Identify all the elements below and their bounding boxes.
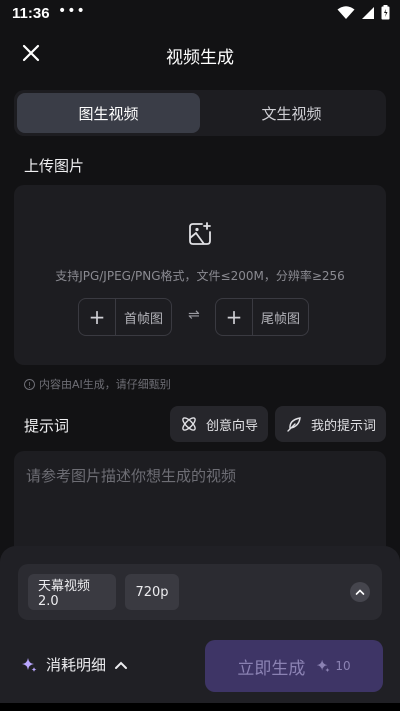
upload-hint: 支持JPG/JPEG/PNG格式，文件≤200M，分辨率≥256: [55, 269, 345, 283]
prompt-input[interactable]: 请参考图片描述你想生成的视频: [14, 451, 386, 561]
status-time: 11:36: [12, 5, 50, 22]
prompt-placeholder: 请参考图片描述你想生成的视频: [26, 467, 237, 485]
atom-icon: [182, 417, 196, 431]
cost-detail-label: 消耗明细: [46, 656, 107, 674]
top-bar: 视频生成: [0, 28, 400, 80]
upload-area[interactable]: 支持JPG/JPEG/PNG格式，文件≤200M，分辨率≥256 + 首帧图 ⇌…: [14, 185, 386, 365]
tab-text-to-video[interactable]: 文生视频: [200, 93, 383, 133]
navigation-bar: [0, 703, 400, 711]
last-frame-label: 尾帧图: [260, 311, 300, 327]
mode-tabs: 图生视频 文生视频: [14, 90, 386, 136]
cost-detail-toggle[interactable]: 消耗明细: [20, 654, 128, 675]
feather-icon: [287, 417, 301, 432]
my-prompts-label: 我的提示词: [311, 418, 377, 434]
last-frame-button[interactable]: + 尾帧图: [215, 298, 309, 336]
generate-now-button[interactable]: 立即生成 10: [205, 640, 383, 692]
generate-label: 立即生成: [237, 658, 306, 679]
ai-notice-text: 内容由AI生成，请仔细甄别: [39, 378, 171, 391]
plus-icon: +: [216, 299, 253, 335]
tab-image-to-video[interactable]: 图生视频: [17, 93, 200, 133]
creative-guide-button[interactable]: 创意向导: [170, 406, 268, 442]
upload-section-label: 上传图片: [24, 157, 85, 175]
chevron-up-icon: [115, 661, 128, 669]
creative-guide-label: 创意向导: [206, 418, 259, 434]
prompt-section-label: 提示词: [24, 417, 70, 435]
plus-icon: +: [79, 299, 116, 335]
notification-dots-icon: •••: [58, 3, 86, 19]
sparkle-icon: [22, 657, 37, 672]
first-frame-label: 首帧图: [123, 311, 163, 327]
sparkle-icon: [317, 659, 331, 673]
cost-indicator: 10: [315, 658, 351, 674]
info-icon: !: [24, 378, 35, 390]
expand-settings-button[interactable]: [350, 582, 370, 602]
battery-icon: [381, 5, 390, 20]
resolution-selector[interactable]: 720p: [125, 574, 179, 610]
bottom-panel: 天幕视频2.0 720p 消耗明细 立即生成 10: [0, 546, 400, 711]
my-prompts-button[interactable]: 我的提示词: [275, 406, 386, 442]
signal-icon: [362, 6, 374, 19]
swap-icon[interactable]: ⇌: [188, 307, 200, 323]
model-selector[interactable]: 天幕视频2.0: [28, 574, 116, 610]
cost-value: 10: [335, 659, 351, 673]
first-frame-button[interactable]: + 首帧图: [78, 298, 172, 336]
ai-notice: ! 内容由AI生成，请仔细甄别: [24, 376, 171, 392]
page-title: 视频生成: [166, 48, 234, 68]
status-bar: 11:36 •••: [0, 0, 400, 28]
generation-settings: 天幕视频2.0 720p: [18, 564, 382, 620]
chevron-up-icon: [355, 589, 365, 595]
image-upload-icon: [189, 222, 211, 245]
wifi-icon: [337, 5, 355, 19]
status-icons: [337, 5, 390, 20]
